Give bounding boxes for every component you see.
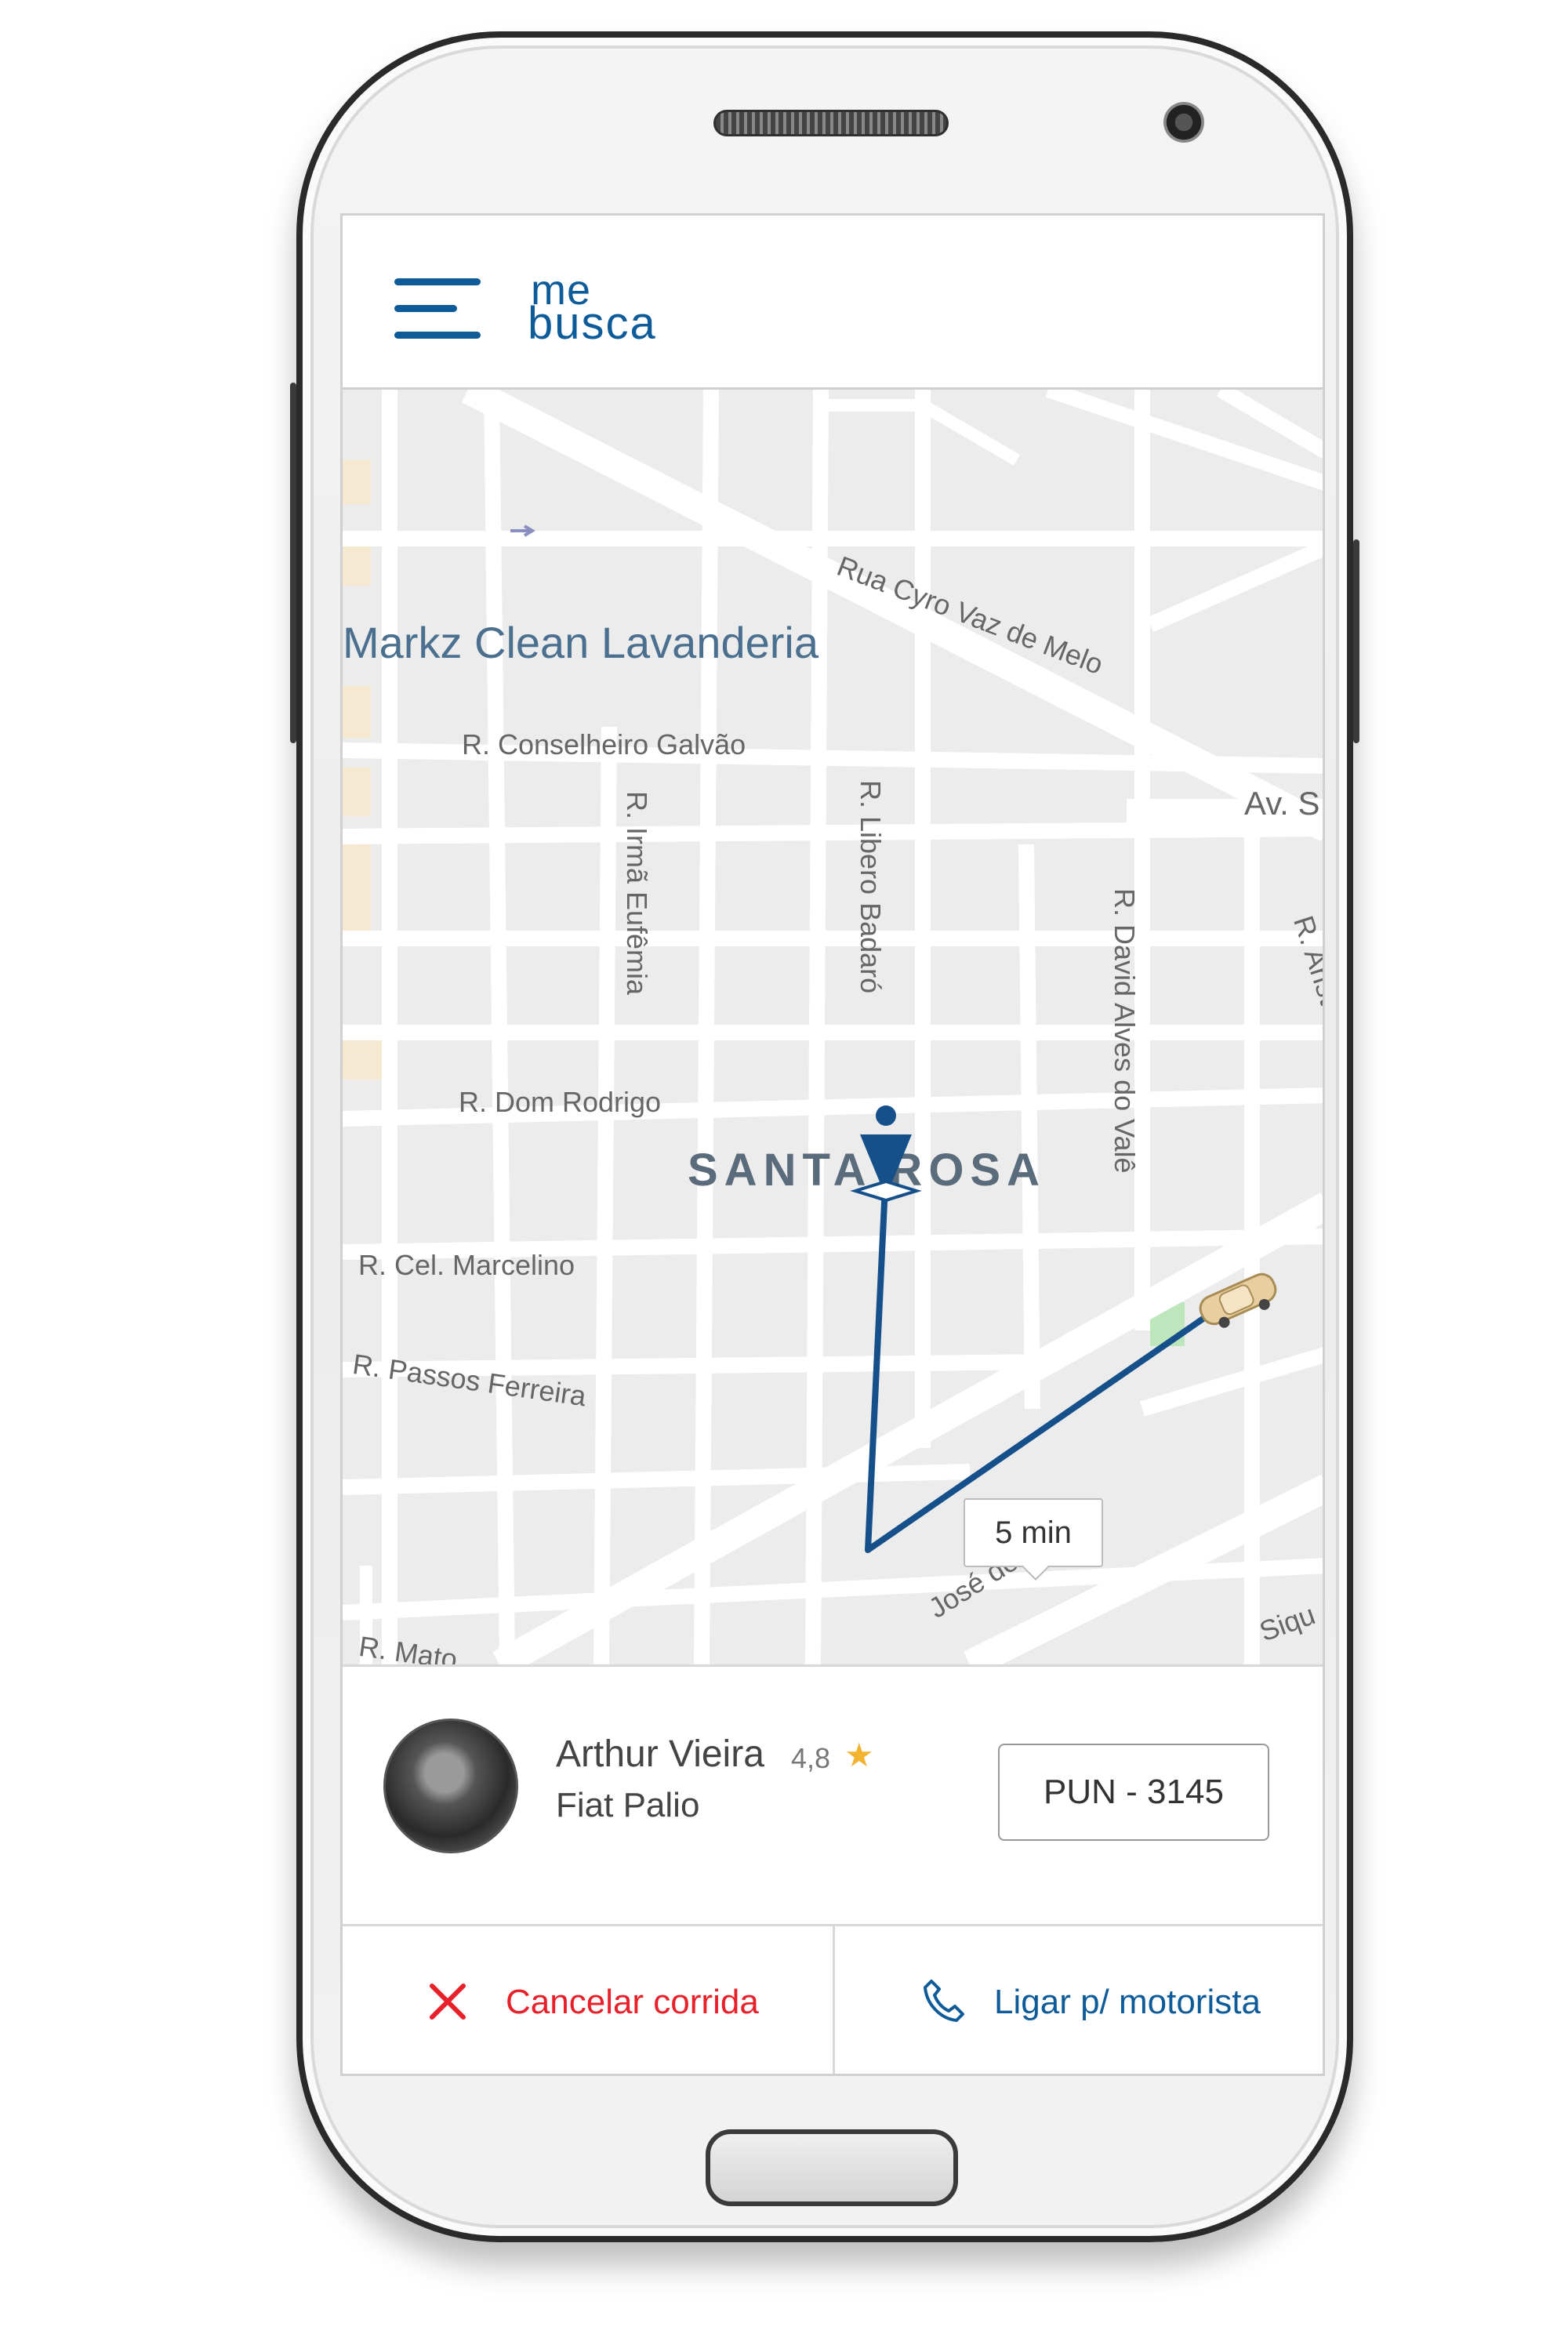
avatar <box>383 1719 518 1853</box>
close-icon <box>427 1981 468 2022</box>
driver-info-panel: Arthur Vieira 4,8 ★ Fiat Palio PUN - 314… <box>343 1664 1323 1926</box>
phone-speaker <box>713 110 949 136</box>
hamburger-menu-icon[interactable] <box>394 278 481 341</box>
eta-badge: 5 min <box>964 1498 1103 1567</box>
route-overlay <box>865 1185 1229 1553</box>
map-view[interactable]: Rua Cyro Vaz de Melo Markz Clean Lavande… <box>343 390 1323 1664</box>
phone-home-button[interactable] <box>706 2129 958 2206</box>
driver-rating: 4,8 <box>791 1742 831 1774</box>
car-model: Fiat Palio <box>556 1786 700 1824</box>
call-driver-label: Ligar p/ motorista <box>994 1983 1261 2021</box>
phone-side-button-right <box>1353 539 1359 743</box>
license-plate-badge: PUN - 3145 <box>998 1744 1269 1841</box>
app-logo: me busca <box>528 263 684 349</box>
driver-name: Arthur Vieira <box>556 1733 764 1775</box>
ride-actions: Cancelar corrida Ligar p/ motorista <box>343 1926 1323 2074</box>
cancel-ride-label: Cancelar corrida <box>506 1983 759 2021</box>
app-screen: me busca Rua Cyro Vaz de Melo Markz Clea… <box>340 213 1325 2076</box>
call-driver-button[interactable]: Ligar p/ motorista <box>837 1926 1323 2074</box>
cancel-ride-button[interactable]: Cancelar corrida <box>343 1926 835 2074</box>
star-icon: ★ <box>844 1737 874 1773</box>
phone-icon <box>920 1976 967 2024</box>
phone-front-camera <box>1163 102 1204 143</box>
user-location-pin-icon <box>843 1103 929 1213</box>
phone-side-button-left <box>290 383 296 743</box>
top-bar: me busca <box>343 216 1323 390</box>
logo-line-2: busca <box>528 298 657 349</box>
